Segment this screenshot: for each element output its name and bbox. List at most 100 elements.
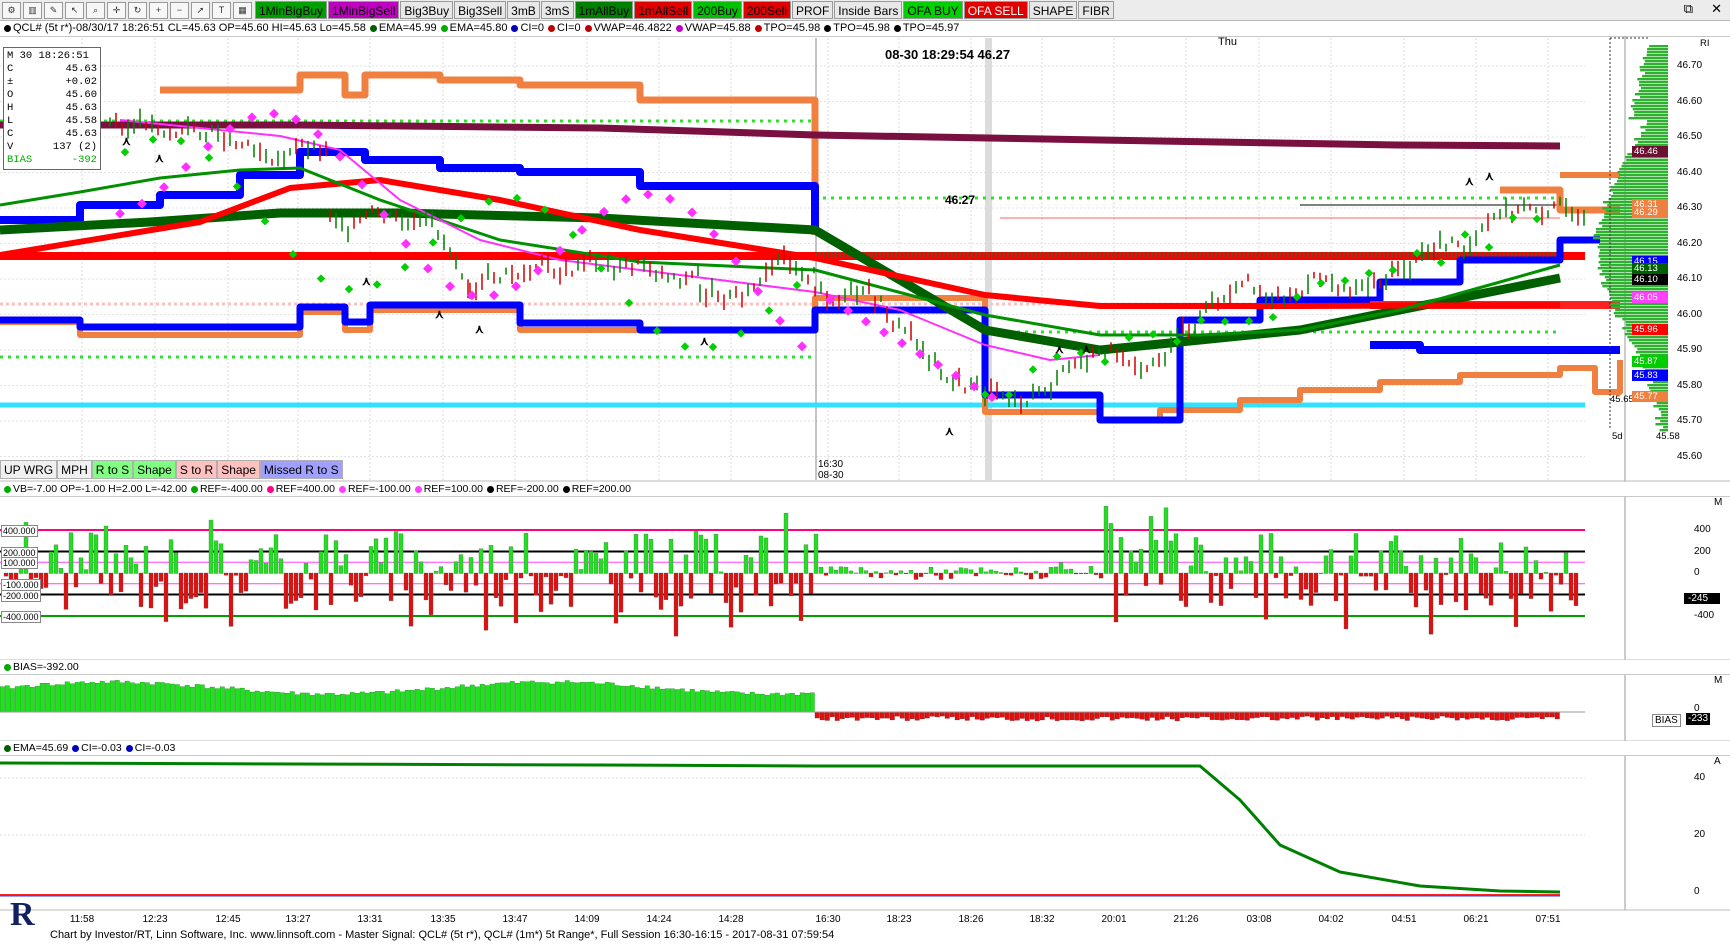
svg-text:⋏: ⋏	[434, 307, 444, 321]
svg-text:⋏: ⋏	[121, 134, 131, 148]
price-tag: 45.77	[1632, 391, 1668, 403]
ema-indicator: EMA=45.69	[0, 742, 68, 754]
ema-corner-label: A	[1714, 756, 1721, 767]
price-axis-tick: 46.00	[1677, 308, 1703, 320]
ref-text: REF=-100.00	[347, 483, 411, 495]
price-axis-tick: 46.10	[1677, 273, 1703, 284]
bias-corner-label: M	[1714, 675, 1723, 686]
session-time-label: 16:30	[818, 459, 844, 470]
filter-button[interactable]: R to S	[91, 460, 134, 479]
ref-tag: 100.000	[1, 557, 38, 570]
ref-text: REF=-200.00	[495, 483, 559, 495]
data-window-row: L 45.58	[7, 115, 97, 128]
price-tag: 46.46	[1632, 146, 1668, 158]
ref-text: REF=400.00	[275, 483, 335, 495]
time-axis-tick: 20:01	[1101, 914, 1127, 925]
day-label: Thu	[1218, 36, 1237, 48]
ref-dot-icon	[190, 485, 198, 493]
data-window-value: 45.58	[65, 115, 97, 127]
footer: R Chart by Investor/RT, Linn Software, I…	[0, 898, 1730, 944]
svg-text:⋏: ⋏	[1484, 169, 1494, 183]
ema-dot-icon	[125, 744, 133, 752]
price-axis-tick: 45.60	[1677, 450, 1703, 462]
bias-value-tag: -233	[1686, 713, 1711, 725]
time-axis-tick: 16:30	[815, 914, 841, 925]
ema-dot-icon	[4, 744, 11, 752]
filter-bar: UP WRG MPH R to S Shape S to R Shape Missed R …	[0, 460, 343, 479]
ema-indicator-text: EMA=45.69	[13, 742, 69, 754]
ema-panel-label: EMA=45.69 CI=-0.03 CI=-0.03	[0, 741, 1730, 756]
profile-price-label: 45.58	[1656, 431, 1680, 442]
time-axis-tick: 14:09	[574, 914, 600, 925]
price-tag: 46.10	[1632, 274, 1668, 285]
ref-value: REF=400.00	[263, 483, 335, 495]
data-window-row: C 45.63	[7, 128, 97, 141]
ema-indicator-text: CI=-0.03	[134, 742, 176, 754]
data-window-row: M 30 18:26:51	[7, 50, 97, 63]
time-axis-tick: 04:02	[1318, 914, 1344, 925]
ref-tag: -400.000	[1, 611, 41, 623]
data-window-key: C	[7, 63, 14, 75]
time-axis-tick: 06:21	[1463, 914, 1489, 925]
data-window-row: BIAS -392	[7, 154, 97, 167]
data-window-key: M 30 18:26:51	[7, 50, 89, 62]
data-window-value: 137 (2)	[52, 141, 97, 153]
ema-indicator: CI=-0.03	[68, 742, 122, 754]
filter-button[interactable]: Missed R to S	[259, 460, 343, 479]
bias-panel-label: BIAS=-392.00	[0, 660, 1730, 675]
price-tag: 46.29	[1632, 206, 1668, 218]
time-axis-tick: 21:26	[1173, 914, 1199, 925]
bias-dot-icon	[4, 663, 11, 671]
data-window-row: H 45.63	[7, 102, 97, 115]
session-date-label: 08-30	[818, 470, 844, 481]
price-tag: 45.96	[1632, 323, 1668, 335]
data-window-key: ±	[7, 76, 14, 88]
svg-text:⋏: ⋏	[361, 274, 371, 288]
ref-text: REF=200.00	[571, 483, 631, 495]
svg-text:⋏: ⋏	[944, 424, 954, 438]
data-window: M 30 18:26:51 C 45.63 ± +0.02 O 45.60 H 45.63 L 45…	[3, 47, 101, 170]
filter-button[interactable]: S to R	[175, 460, 218, 479]
ref-dot-icon	[338, 485, 346, 493]
data-window-key: L	[7, 115, 14, 127]
bias-values: BIAS=-392.00	[13, 661, 79, 673]
time-axis-tick: 12:23	[142, 914, 168, 925]
price-tag: 46.05	[1632, 291, 1668, 303]
price-tag: 45.83	[1632, 369, 1668, 381]
price-axis-tick: 45.90	[1677, 344, 1703, 355]
vb-panel-label: VB=-7.00 OP=-1.00 H=2.00 L=-42.00 REF=-40…	[0, 482, 1730, 497]
ref-text: REF=-400.00	[199, 483, 263, 495]
time-axis-tick: 13:27	[285, 914, 311, 925]
profile-corner-label: RI	[1700, 38, 1710, 49]
data-window-row: O 45.60	[7, 89, 97, 102]
data-window-value: 45.60	[65, 89, 97, 101]
filter-button[interactable]: Shape	[133, 460, 176, 479]
vb-corner-label: M	[1714, 497, 1723, 508]
time-axis-tick: 12:45	[215, 914, 241, 925]
ema-axis-tick: 40	[1694, 772, 1706, 783]
footer-text: Chart by Investor/RT, Linn Software, Inc…	[50, 929, 835, 941]
price-tag: 46.13	[1632, 263, 1668, 275]
ema-dot-icon	[72, 744, 80, 752]
time-axis-tick: 07:51	[1535, 914, 1561, 925]
filter-button[interactable]: UP WRG	[0, 460, 58, 479]
time-axis-tick: 13:31	[357, 914, 383, 925]
ref-value: REF=100.00	[411, 483, 483, 495]
vb-axis-tick: -400	[1694, 610, 1715, 621]
ref-value: REF=-200.00	[483, 483, 559, 495]
time-axis-tick: 18:23	[886, 914, 912, 925]
investor-rt-logo: R	[10, 896, 35, 933]
price-axis-tick: 45.70	[1677, 415, 1703, 426]
filter-button[interactable]: Shape	[217, 460, 260, 479]
price-axis-tick: 46.40	[1677, 166, 1703, 178]
cursor-readout: 08-30 18:29:54 46.27	[885, 47, 1011, 62]
time-axis-tick: 14:28	[718, 914, 744, 925]
ref-dot-icon	[562, 485, 570, 493]
svg-text:⋏: ⋏	[154, 151, 164, 165]
time-axis-tick: 13:47	[502, 914, 528, 925]
ref-text: REF=100.00	[423, 483, 483, 495]
ref-dot-icon	[486, 485, 494, 493]
ema-axis-tick: 0	[1694, 886, 1700, 897]
time-axis-tick: 18:26	[958, 914, 984, 925]
filter-button[interactable]: MPH	[57, 460, 92, 479]
